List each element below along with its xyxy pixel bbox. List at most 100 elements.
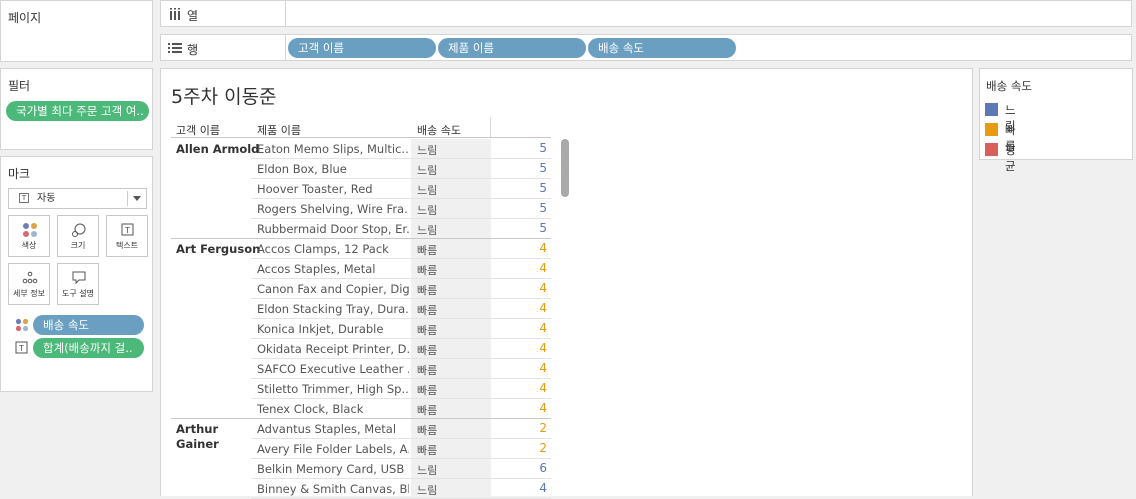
color-button[interactable]: 색상 [8, 215, 50, 257]
product-name: Hoover Toaster, Red [257, 182, 373, 196]
product-name: Accos Staples, Metal [257, 262, 376, 276]
legend-swatch [985, 103, 998, 116]
table-row[interactable]: Binney & Smith Canvas, Bl.. 느림 4 [251, 479, 551, 499]
legend-swatch [985, 123, 998, 136]
product-name: Okidata Receipt Printer, D.. [257, 342, 409, 356]
legend-title: 배송 속도 [986, 79, 1032, 93]
product-name: Advantus Staples, Metal [257, 422, 397, 436]
table-row[interactable]: Accos Clamps, 12 Pack 빠름 4 [251, 239, 551, 259]
header-product[interactable]: 제품 이름 [257, 122, 301, 138]
text-mark-icon: T [19, 193, 29, 203]
product-name: Tenex Clock, Black [257, 402, 364, 416]
size-button[interactable]: 크기 [57, 215, 99, 257]
table-row[interactable]: Eaton Memo Slips, Multic.. 느림 5 [251, 139, 551, 159]
shipping-speed: 느림 [417, 144, 438, 157]
days-to-ship-value: 5 [539, 201, 547, 215]
days-to-ship-value: 4 [539, 301, 547, 315]
table-row[interactable]: Belkin Memory Card, USB 느림 6 [251, 459, 551, 479]
marks-title: 마크 [8, 167, 31, 181]
product-name: Rogers Shelving, Wire Fra.. [257, 202, 409, 216]
table-row[interactable]: Hoover Toaster, Red 느림 5 [251, 179, 551, 199]
days-to-ship-value: 5 [539, 181, 547, 195]
shipping-speed: 빠름 [417, 244, 438, 257]
days-to-ship-value: 5 [539, 221, 547, 235]
tooltip-button[interactable]: 도구 설명 [57, 263, 99, 305]
table-row[interactable]: Avery File Folder Labels, A.. 빠름 2 [251, 439, 551, 459]
table-row[interactable]: Advantus Staples, Metal 빠름 2 [251, 419, 551, 439]
shipping-speed: 빠름 [417, 444, 438, 457]
svg-text:T: T [124, 226, 130, 235]
days-to-ship-value: 4 [539, 481, 547, 495]
text-button-label: 텍스트 [115, 241, 139, 250]
shipping-speed: 느림 [417, 204, 438, 217]
table-row[interactable]: Stiletto Trimmer, High Sp.. 빠름 4 [251, 379, 551, 399]
text-button[interactable]: T 텍스트 [106, 215, 148, 257]
days-to-ship-value: 4 [539, 281, 547, 295]
table-row[interactable]: Eldon Stacking Tray, Dura.. 빠름 4 [251, 299, 551, 319]
mark-type-dropdown[interactable]: T 자동 [8, 188, 147, 209]
header-customer[interactable]: 고객 이름 [176, 122, 220, 138]
product-name: Eldon Stacking Tray, Dura.. [257, 302, 409, 316]
color-button-label: 색상 [21, 241, 37, 250]
row-pill-product[interactable]: 제품 이름 [438, 38, 586, 58]
columns-label: 열 [187, 9, 199, 23]
header-speed[interactable]: 배송 속도 [417, 122, 461, 138]
vertical-scrollbar[interactable] [561, 139, 569, 197]
size-icon [72, 223, 86, 237]
legend-label: 평균 [1005, 143, 1016, 173]
shipping-speed: 빠름 [417, 404, 438, 417]
shipping-speed: 빠름 [417, 344, 438, 357]
product-name: Avery File Folder Labels, A.. [257, 442, 409, 456]
days-to-ship-value: 4 [539, 321, 547, 335]
shipping-speed: 느림 [417, 164, 438, 177]
pages-card[interactable]: 페이지 [0, 0, 153, 62]
days-to-ship-value: 4 [539, 381, 547, 395]
tooltip-button-label: 도구 설명 [62, 289, 94, 298]
customer-name-line: Gainer [176, 437, 219, 451]
shipping-speed: 빠름 [417, 364, 438, 377]
color-field-pill[interactable]: 배송 속도 [33, 315, 144, 335]
table-row[interactable]: Tenex Clock, Black 빠름 4 [251, 399, 551, 419]
shipping-speed: 느림 [417, 464, 438, 477]
product-name: Rubbermaid Door Stop, Er.. [257, 222, 409, 236]
filter-pill[interactable]: 국가별 최다 주문 고객 여.. [6, 101, 149, 121]
product-name: Belkin Memory Card, USB [257, 462, 405, 476]
shipping-speed: 빠름 [417, 304, 438, 317]
table-row[interactable]: Konica Inkjet, Durable 빠름 4 [251, 319, 551, 339]
columns-shelf[interactable]: 열 [160, 0, 1132, 27]
product-name: Accos Clamps, 12 Pack [257, 242, 389, 256]
shipping-speed: 빠름 [417, 264, 438, 277]
days-to-ship-value: 5 [539, 161, 547, 175]
customer-name[interactable]: Arthur Gainer [176, 422, 219, 452]
customer-name[interactable]: Art Ferguson [176, 242, 260, 257]
table-row[interactable]: Rogers Shelving, Wire Fra.. 느림 5 [251, 199, 551, 219]
filters-card: 필터 국가별 최다 주문 고객 여.. [0, 68, 153, 150]
shipping-speed: 느림 [417, 224, 438, 237]
shipping-speed: 빠름 [417, 324, 438, 337]
shipping-speed: 빠름 [417, 384, 438, 397]
row-pill-speed[interactable]: 배송 속도 [588, 38, 736, 58]
shipping-speed: 빠름 [417, 284, 438, 297]
table-row[interactable]: Okidata Receipt Printer, D.. 빠름 4 [251, 339, 551, 359]
days-to-ship-value: 6 [539, 461, 547, 475]
columns-icon [170, 8, 180, 20]
detail-button[interactable]: 세부 정보 [8, 263, 50, 305]
row-pill-customer[interactable]: 고객 이름 [288, 38, 436, 58]
days-to-ship-value: 4 [539, 241, 547, 255]
customer-name[interactable]: Allen Armold [176, 142, 259, 157]
text-field-pill[interactable]: 합계(배송까지 걸.. [33, 338, 144, 358]
detail-button-label: 세부 정보 [13, 289, 45, 298]
viz-area[interactable]: 5주차 이동준 고객 이름 제품 이름 배송 속도 Allen Armold Ea… [160, 68, 973, 499]
mark-type-label: 자동 [37, 193, 56, 204]
product-name: Eaton Memo Slips, Multic.. [257, 142, 409, 156]
rows-shelf[interactable]: 행 고객 이름 제품 이름 배송 속도 [160, 34, 1132, 61]
color-dots-icon [23, 223, 37, 237]
tooltip-icon [72, 271, 86, 285]
product-name: Konica Inkjet, Durable [257, 322, 384, 336]
table-row[interactable]: Canon Fax and Copier, Dig.. 빠름 4 [251, 279, 551, 299]
table-row[interactable]: Rubbermaid Door Stop, Er.. 느림 5 [251, 219, 551, 239]
table-row[interactable]: SAFCO Executive Leather .. 빠름 4 [251, 359, 551, 379]
table-row[interactable]: Eldon Box, Blue 느림 5 [251, 159, 551, 179]
table-row[interactable]: Accos Staples, Metal 빠름 4 [251, 259, 551, 279]
days-to-ship-value: 4 [539, 361, 547, 375]
